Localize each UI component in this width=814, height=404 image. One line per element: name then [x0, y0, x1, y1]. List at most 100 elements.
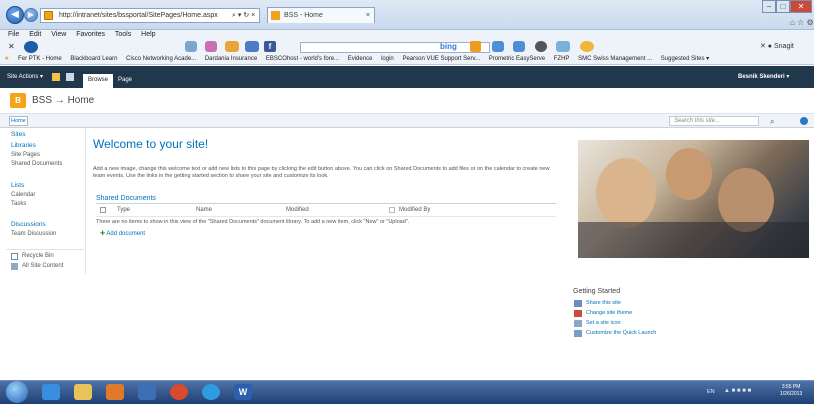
fav-item[interactable]: EBSCOhost - world's fore...	[266, 56, 339, 62]
toolbar-app-icon[interactable]	[535, 41, 547, 52]
menu-favorites[interactable]: Favorites	[76, 31, 105, 38]
fav-item[interactable]: Pearson VUE Support Serv...	[402, 56, 480, 62]
start-button-icon[interactable]	[6, 381, 28, 403]
toolbar-search-input[interactable]	[300, 42, 490, 53]
fav-item[interactable]: SMC Swiss Management ...	[578, 56, 652, 62]
address-text: http://intranet/sites/bssportal/SitePage…	[59, 12, 218, 19]
fav-item[interactable]: Prometric EasyServe	[489, 56, 545, 62]
divider	[96, 216, 556, 217]
menu-view[interactable]: View	[51, 31, 66, 38]
ql-recycle-bin[interactable]: Recycle Bin	[22, 253, 54, 259]
help-icon[interactable]	[800, 117, 808, 125]
menu-edit[interactable]: Edit	[29, 31, 41, 38]
fav-item[interactable]: Blackboard Learn	[70, 56, 117, 62]
navigate-up-icon[interactable]	[52, 73, 60, 81]
ql-tasks[interactable]: Tasks	[11, 201, 26, 207]
ql-calendar[interactable]: Calendar	[11, 192, 35, 198]
address-controls[interactable]: ⌕ ▾ ↻ ×	[232, 11, 255, 20]
toolbar-close-icon[interactable]: ✕	[8, 42, 15, 51]
user-menu[interactable]: Besnik Skenderi ▾	[738, 73, 789, 80]
fav-item[interactable]: Fer PTK - Home	[18, 56, 62, 62]
media-taskbar-icon[interactable]	[138, 384, 156, 400]
column-type[interactable]: Type	[117, 207, 130, 213]
select-all-checkbox[interactable]	[100, 207, 106, 213]
maximize-icon[interactable]: □	[776, 0, 790, 13]
ql-site-pages[interactable]: Site Pages	[11, 152, 40, 158]
toolbar-app-icon[interactable]	[580, 41, 594, 52]
quick-launch-divider	[6, 249, 84, 250]
gs-customize-quick-launch[interactable]: Customize the Quick Launch	[586, 330, 656, 336]
outlook-taskbar-icon[interactable]	[106, 384, 124, 400]
home-star-gear-icons[interactable]: ⌂ ☆ ⚙	[790, 18, 814, 27]
toolbar-app-icon[interactable]	[556, 41, 570, 52]
snagit-button[interactable]: ✕ ● Snagit	[760, 42, 794, 50]
site-logo-icon[interactable]: B	[10, 93, 26, 108]
site-actions-menu[interactable]: Site Actions ▾	[7, 73, 43, 80]
fav-item[interactable]: Evidence	[348, 56, 373, 62]
gs-change-theme[interactable]: Change site theme	[586, 310, 632, 316]
ql-lists[interactable]: Lists	[11, 182, 24, 189]
chat-icon[interactable]	[513, 41, 525, 52]
site-favicon-icon	[44, 11, 53, 20]
site-search-input[interactable]: Search this site...	[669, 116, 759, 126]
favorites-star-icon[interactable]: ★	[4, 56, 9, 62]
breadcrumb[interactable]: BSS → Home	[32, 95, 94, 106]
toolbar-app-icon[interactable]	[245, 41, 259, 52]
tray-icons[interactable]: ▲ ■ ■ ■ ■	[724, 388, 751, 394]
toolbar-app-icon[interactable]	[470, 41, 481, 52]
browser-tab[interactable]: BSS - Home ×	[267, 7, 375, 23]
ql-sites[interactable]: Sites	[11, 131, 25, 138]
ql-discussions[interactable]: Discussions	[11, 221, 46, 228]
site-icon-icon	[574, 320, 582, 327]
search-icon[interactable]: ⌕	[770, 117, 774, 127]
forward-button[interactable]: ▶	[24, 8, 38, 22]
like-icon[interactable]	[492, 41, 504, 52]
add-document-label: Add document	[106, 231, 146, 237]
shared-documents-title[interactable]: Shared Documents	[96, 195, 156, 202]
tab-browse[interactable]: Browse	[83, 74, 113, 88]
clock[interactable]: 3:55 PM 1/26/2013	[780, 384, 802, 398]
column-name[interactable]: Name	[196, 207, 212, 213]
fav-item[interactable]: Dardania Insurance	[205, 56, 257, 62]
chrome-taskbar-icon[interactable]	[170, 384, 188, 400]
fav-item[interactable]: FZHP	[554, 56, 570, 62]
ql-all-site-content[interactable]: All Site Content	[22, 263, 63, 269]
menu-help[interactable]: Help	[141, 31, 155, 38]
ql-libraries[interactable]: Libraries	[11, 142, 36, 149]
menu-tools[interactable]: Tools	[115, 31, 131, 38]
theme-icon	[574, 310, 582, 317]
fav-item[interactable]: Cisco Networking Acade...	[126, 56, 196, 62]
column-modified[interactable]: Modified	[286, 207, 309, 213]
column-modified-by[interactable]: Modified By	[399, 207, 430, 213]
dell-logo-icon	[24, 41, 38, 53]
ql-team-discussion[interactable]: Team Discussion	[11, 231, 56, 237]
fav-item[interactable]: login	[381, 56, 394, 62]
language-indicator[interactable]: EN	[707, 389, 715, 395]
page-title: Welcome to your site!	[93, 137, 209, 151]
back-button[interactable]: ◀	[6, 6, 24, 24]
minimize-icon[interactable]: –	[762, 0, 776, 13]
person-figure	[666, 148, 712, 200]
facebook-icon[interactable]: f	[264, 41, 276, 52]
snagit-label: Snagit	[773, 43, 794, 50]
address-bar[interactable]: http://intranet/sites/bssportal/SitePage…	[40, 8, 260, 23]
close-window-icon[interactable]: ✕	[790, 0, 812, 13]
gs-share-site[interactable]: Share this site	[586, 300, 621, 306]
add-document-link[interactable]: ✚ Add document	[100, 230, 145, 237]
word-taskbar-icon[interactable]: W	[234, 384, 252, 400]
tab-page[interactable]: Page	[118, 77, 132, 83]
toolbar-app-icon[interactable]	[205, 41, 217, 52]
ie-taskbar-icon[interactable]	[42, 384, 60, 400]
topnav-home[interactable]: Home	[9, 116, 28, 126]
fav-item[interactable]: Suggested Sites ▾	[661, 56, 709, 62]
tab-close-icon[interactable]: ×	[366, 8, 370, 23]
ql-shared-documents[interactable]: Shared Documents	[11, 161, 62, 167]
toolbar-app-icon[interactable]	[185, 41, 197, 52]
edit-page-icon[interactable]	[66, 73, 74, 81]
gs-set-site-icon[interactable]: Set a site icon	[586, 320, 621, 326]
skype-taskbar-icon[interactable]	[202, 384, 220, 400]
toolbar-app-icon[interactable]	[225, 41, 239, 52]
menu-file[interactable]: File	[8, 31, 19, 38]
explorer-taskbar-icon[interactable]	[74, 384, 92, 400]
modified-by-filter-icon	[389, 207, 395, 213]
